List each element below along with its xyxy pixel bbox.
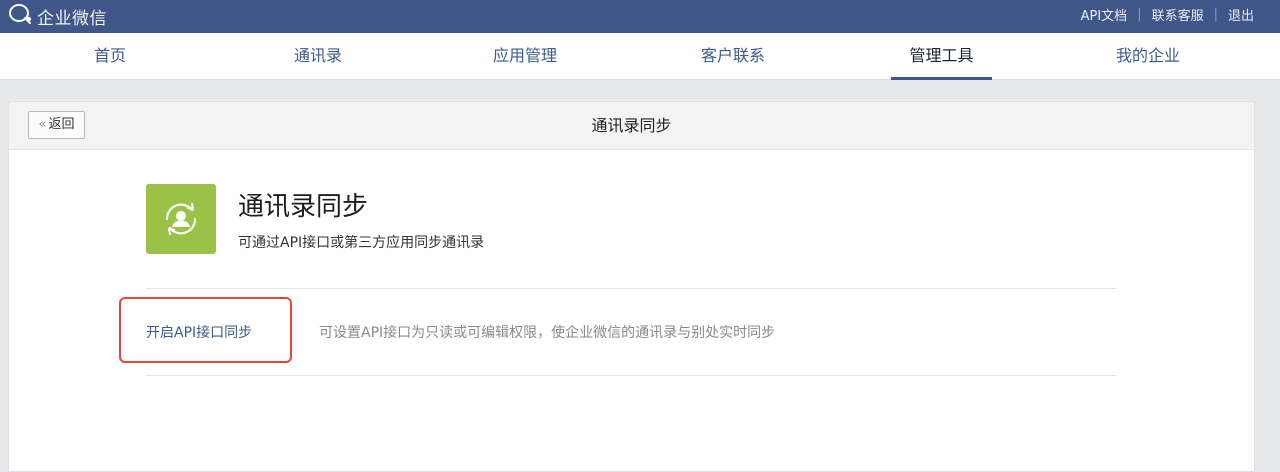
contact-sync-icon: [146, 184, 216, 254]
top-links: API文档 | 联系客服 | 退出: [1081, 0, 1254, 28]
logo[interactable]: 企业微信: [8, 3, 107, 29]
nav-item-customer-contact[interactable]: 客户联系: [683, 33, 783, 79]
back-button-label: 返回: [48, 117, 75, 132]
wecom-logo-icon: [8, 3, 34, 29]
chevron-left-icon: «: [38, 117, 47, 132]
nav-item-home[interactable]: 首页: [60, 33, 160, 79]
divider: |: [1137, 6, 1142, 22]
logo-text: 企业微信: [37, 8, 107, 29]
nav-item-management-tools[interactable]: 管理工具: [891, 33, 992, 79]
nav-item-my-company[interactable]: 我的企业: [1098, 33, 1198, 79]
contact-support-link[interactable]: 联系客服: [1152, 5, 1204, 24]
page-title: 通讯录同步: [591, 116, 672, 135]
nav-active-indicator: [891, 77, 992, 80]
divider: [146, 375, 1116, 376]
back-button[interactable]: «返回: [28, 111, 85, 139]
api-sync-description: 可设置API接口为只读或可编辑权限，使企业微信的通讯录与别处实时同步: [319, 325, 776, 341]
nav-item-app-management[interactable]: 应用管理: [475, 33, 575, 79]
divider: [146, 288, 1116, 289]
feature-description: 可通过API接口或第三方应用同步通讯录: [238, 235, 485, 251]
top-bar: 企业微信 API文档 | 联系客服 | 退出: [0, 0, 1280, 33]
api-docs-link[interactable]: API文档: [1081, 5, 1128, 24]
main-nav: 首页 通讯录 应用管理 客户联系 管理工具 我的企业: [0, 33, 1280, 80]
panel-header: 通讯录同步 «返回: [9, 102, 1254, 150]
logout-link[interactable]: 退出: [1228, 5, 1254, 24]
feature-title: 通讯录同步: [238, 192, 369, 222]
enable-api-sync-link[interactable]: 开启API接口同步: [146, 322, 252, 342]
content-panel: 通讯录同步 «返回 通讯录同步 可通过API接口或第三方应用同步通讯录 开启AP…: [8, 101, 1255, 472]
nav-item-contacts[interactable]: 通讯录: [268, 33, 368, 79]
divider: |: [1213, 6, 1218, 22]
